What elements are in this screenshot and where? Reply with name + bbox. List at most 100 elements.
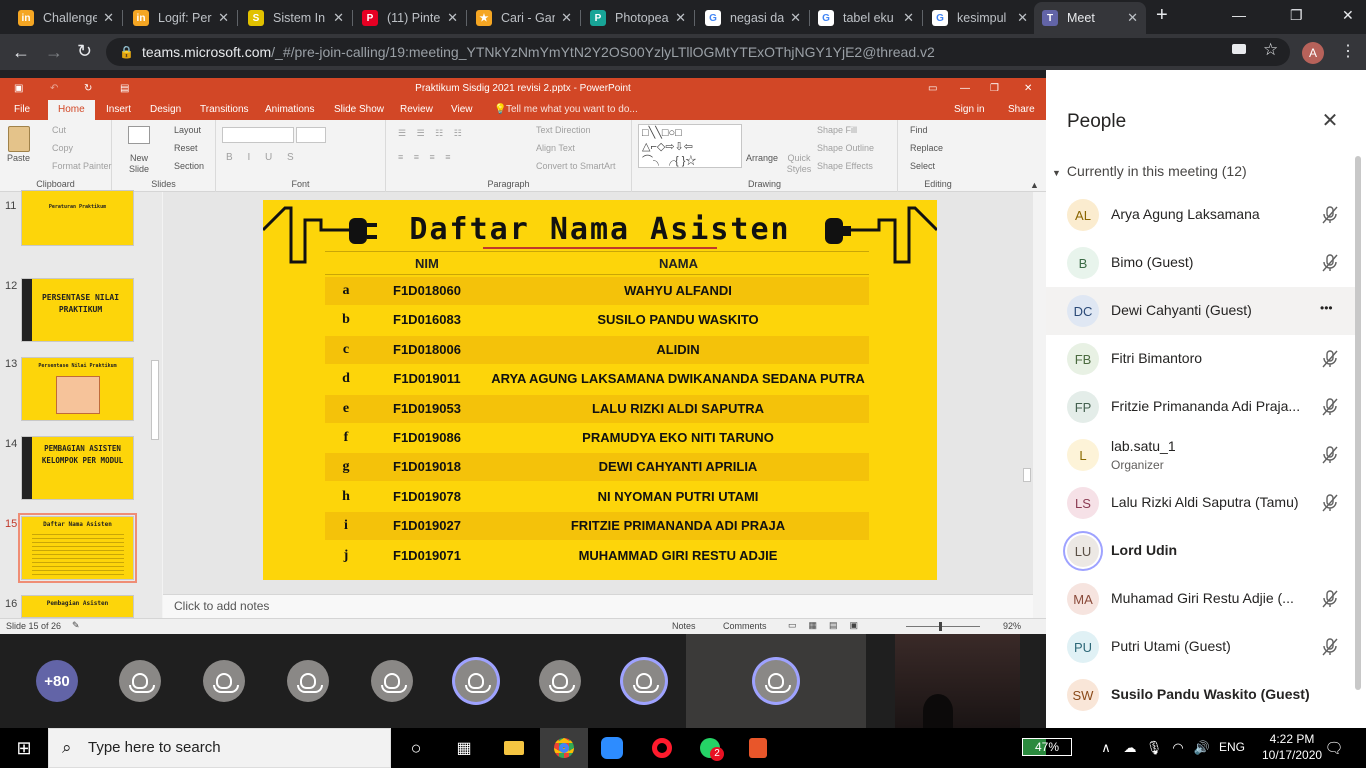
task-view-icon[interactable]: ▦ [452, 736, 476, 760]
participant-row[interactable]: B Bimo (Guest) [1046, 239, 1356, 287]
participant-tile[interactable] [119, 660, 161, 702]
browser-tab[interactable]: P Photopea ✕ [582, 2, 694, 34]
tab-close-icon[interactable]: ✕ [903, 10, 914, 26]
onedrive-icon[interactable]: ☁ [1118, 736, 1142, 760]
tab-close-icon[interactable]: ✕ [1127, 10, 1138, 26]
window-close-icon[interactable]: ✕ [1342, 7, 1354, 24]
layout-button[interactable]: Layout [174, 125, 201, 135]
forward-icon[interactable]: → [45, 42, 63, 62]
new-slide-button[interactable]: New Slide [124, 153, 154, 175]
minimize-icon[interactable]: — [1232, 7, 1246, 23]
thumbnails-scrollbar[interactable] [150, 196, 160, 612]
font-name-box[interactable] [222, 127, 294, 143]
participant-tile[interactable] [371, 660, 413, 702]
chrome-icon[interactable] [552, 736, 576, 760]
input-language[interactable]: ENG [1219, 740, 1245, 754]
notes-toggle[interactable]: Notes [672, 621, 696, 631]
copy-button[interactable]: Copy [52, 143, 73, 153]
redo-icon[interactable]: ↻ [84, 78, 92, 100]
format-painter-button[interactable]: Format Painter [52, 161, 112, 171]
quick-styles-button[interactable]: Quick Styles [784, 153, 814, 175]
thumbnails-scroll-thumb[interactable] [151, 360, 159, 440]
font-format-icons[interactable]: B I U S [226, 152, 300, 163]
participant-row[interactable]: LU Lord Udin [1046, 527, 1356, 575]
section-button[interactable]: Section [174, 161, 204, 171]
opera-icon[interactable] [650, 736, 674, 760]
cortana-icon[interactable]: ○ [404, 736, 428, 760]
select-button[interactable]: Select [910, 161, 935, 171]
new-tab-button[interactable]: + [1156, 4, 1168, 27]
taskbar-clock[interactable]: 4:22 PM 10/17/2020 [1262, 731, 1322, 763]
shapes-gallery[interactable]: □╲╲□○□ △⌐◇⇨⇩⇦ ⌒╮╭{ }☆ [638, 124, 742, 168]
browser-tab[interactable]: T Meet ✕ [1034, 2, 1146, 34]
zoom-icon[interactable] [600, 736, 624, 760]
self-video-preview[interactable] [895, 634, 1020, 728]
show-hidden-icons[interactable]: ∧ [1094, 736, 1118, 760]
new-slide-icon[interactable] [128, 126, 150, 144]
cut-button[interactable]: Cut [52, 125, 66, 135]
undo-icon[interactable]: ↶ [50, 78, 58, 100]
slide-thumbnail-14[interactable]: PEMBAGIAN ASISTEN KELOMPOK PER MODUL [21, 436, 134, 500]
participant-row[interactable]: FP Fritzie Primananda Adi Praja... [1046, 383, 1356, 431]
participant-row[interactable]: LS Lalu Rizki Aldi Saputra (Tamu) [1046, 479, 1356, 527]
tab-close-icon[interactable]: ✕ [1017, 10, 1028, 26]
tab-close-icon[interactable]: ✕ [675, 10, 686, 26]
tab-close-icon[interactable]: ✕ [790, 10, 801, 26]
tab-animations[interactable]: Animations [265, 104, 314, 115]
browser-tab[interactable]: Gtabel eku ✕ [810, 2, 922, 34]
browser-tab[interactable]: P (11) Pinte ✕ [354, 2, 466, 34]
game-app-icon[interactable] [746, 736, 770, 760]
participant-tile-speaking[interactable] [623, 660, 665, 702]
close-panel-icon[interactable]: ✕ [1318, 110, 1342, 134]
slide-15[interactable]: Daftar Nama Asisten NIM NAMA a F1D018060 W… [263, 200, 937, 580]
bookmark-star-icon[interactable]: ☆ [1263, 40, 1278, 60]
ribbon-display-icon[interactable]: ▭ [928, 78, 937, 100]
more-options-icon[interactable]: ••• [1320, 301, 1333, 315]
participant-row[interactable]: MA Muhamad Giri Restu Adjie (... [1046, 575, 1356, 623]
smartart-button[interactable]: Convert to SmartArt [536, 161, 616, 171]
font-size-box[interactable] [296, 127, 326, 143]
tab-insert[interactable]: Insert [106, 104, 131, 115]
overflow-participants-button[interactable]: +80 [36, 660, 78, 702]
tab-design[interactable]: Design [150, 104, 181, 115]
volume-icon[interactable]: 🔊 [1190, 736, 1214, 760]
microphone-icon[interactable]: 🎙 [1142, 736, 1166, 760]
windows-start-icon[interactable]: ⊞ [12, 736, 36, 760]
participant-row[interactable]: FB Fitri Bimantoro [1046, 335, 1356, 383]
align-icons[interactable]: ≡ ≡ ≡ ≡ [398, 152, 455, 162]
notifications-icon[interactable]: 🗨 [1322, 736, 1346, 760]
wifi-icon[interactable]: ◠ [1166, 736, 1190, 760]
participant-tile[interactable] [203, 660, 245, 702]
view-buttons[interactable]: ▭▦▤▣ [788, 620, 870, 631]
back-icon[interactable]: ← [12, 42, 30, 62]
slide-thumbnail-11[interactable]: Peraturan Praktikum [21, 190, 134, 246]
taskbar-search[interactable]: ⌕ Type here to search [48, 728, 391, 768]
shape-fill-button[interactable]: Shape Fill [817, 125, 857, 135]
shape-outline-button[interactable]: Shape Outline [817, 143, 874, 153]
zoom-slider[interactable] [906, 626, 980, 627]
tab-close-icon[interactable]: ✕ [333, 10, 344, 26]
participant-row[interactable]: DC Dewi Cahyanti (Guest) ••• [1046, 287, 1356, 335]
start-presentation-icon[interactable]: ▤ [120, 78, 129, 100]
shape-effects-button[interactable]: Shape Effects [817, 161, 873, 171]
tab-close-icon[interactable]: ✕ [447, 10, 458, 26]
browser-tab[interactable]: S Sistem In ✕ [240, 2, 352, 34]
spellcheck-icon[interactable]: ✎ [72, 620, 80, 631]
zoom-slider-thumb[interactable] [939, 622, 942, 631]
participant-row[interactable]: SW Susilo Pandu Waskito (Guest) [1046, 671, 1356, 719]
zoom-level[interactable]: 92% [1003, 621, 1021, 631]
camera-blocked-icon[interactable] [1232, 44, 1246, 54]
replace-button[interactable]: Replace [910, 143, 943, 153]
tab-transitions[interactable]: Transitions [200, 104, 249, 115]
tab-close-icon[interactable]: ✕ [218, 10, 229, 26]
participant-tile-speaking[interactable] [455, 660, 497, 702]
notes-pane[interactable]: Click to add notes [163, 594, 1033, 618]
arrange-button[interactable]: Arrange [746, 153, 778, 163]
participant-row[interactable]: AL Arya Agung Laksamana [1046, 191, 1356, 239]
paste-icon[interactable] [8, 126, 30, 152]
slide-thumbnail-13[interactable]: Persentase Nilai Praktikum [21, 357, 134, 421]
collapse-ribbon-icon[interactable]: ▲ [1030, 180, 1039, 190]
sign-in-link[interactable]: Sign in [954, 104, 985, 115]
find-button[interactable]: Find [910, 125, 928, 135]
slide-thumbnail-15[interactable]: Daftar Nama Asisten [18, 513, 137, 583]
